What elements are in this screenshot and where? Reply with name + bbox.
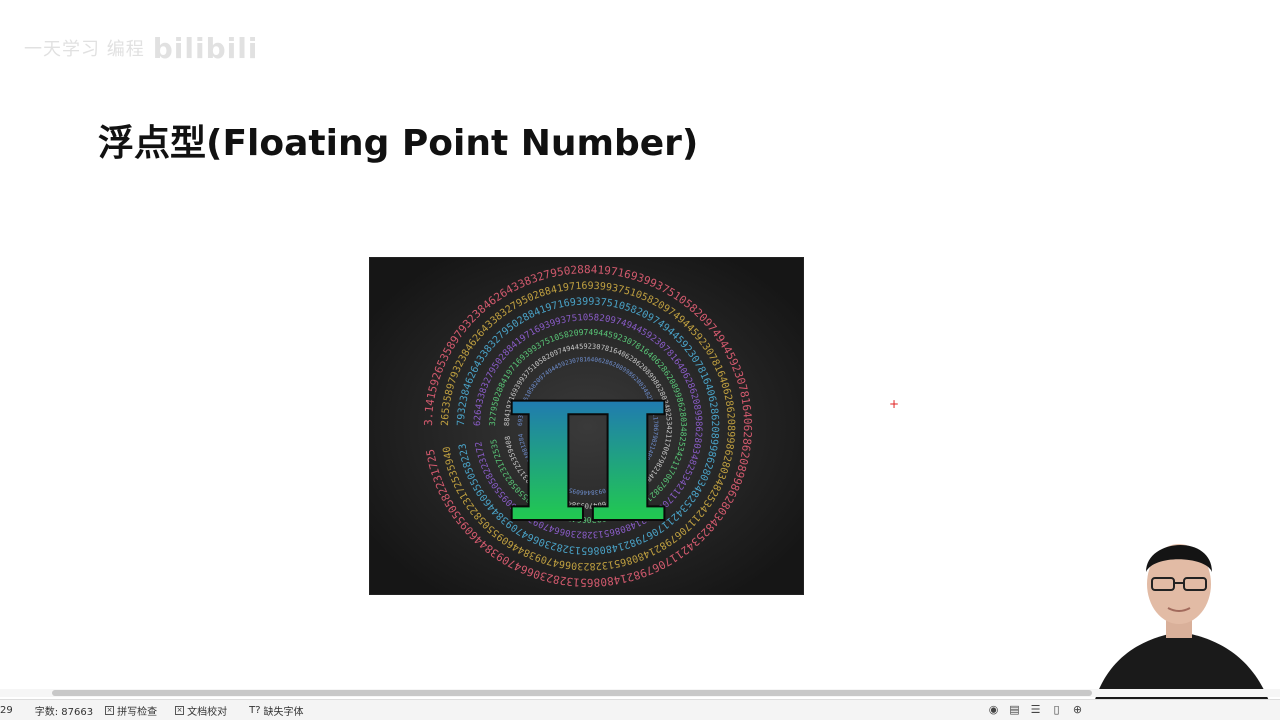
page-view-icon[interactable]: ▤: [1008, 703, 1021, 716]
pi-illustration: 3.14159265358979323846264338327950288419…: [369, 257, 804, 595]
status-bar: 29 字数: 87663 × 拼写检查 × 文档校对 T? 缺失字体 ◉ ▤ ☰…: [0, 699, 1280, 720]
read-mode-icon[interactable]: ▯: [1050, 703, 1063, 716]
web-view-icon[interactable]: ⊕: [1071, 703, 1084, 716]
font-warning-icon: T?: [249, 704, 261, 716]
bilibili-logo: bilibili: [152, 31, 259, 65]
outline-view-icon[interactable]: ☰: [1029, 703, 1042, 716]
doc-proof-label: 文档校对: [187, 706, 228, 718]
scrollbar-thumb[interactable]: [52, 690, 1092, 696]
slide-title: 浮点型(Floating Point Number): [98, 123, 699, 164]
checkbox-icon: ×: [175, 705, 185, 715]
watermark-text: 一天学习 编程: [24, 39, 145, 60]
video-watermark: 一天学习 编程 bilibili: [24, 30, 258, 66]
spell-check-button[interactable]: × 拼写检查: [105, 703, 157, 718]
cursor-crosshair-icon: +: [889, 397, 900, 411]
checkbox-icon: ×: [105, 705, 115, 715]
spell-check-label: 拼写检查: [117, 706, 158, 718]
doc-proof-button[interactable]: × 文档校对: [175, 703, 227, 718]
page-indicator: 29: [0, 704, 13, 716]
missing-font-label: 缺失字体: [263, 706, 304, 718]
word-count[interactable]: 字数: 87663: [35, 703, 93, 718]
pi-symbol: π: [504, 305, 672, 575]
missing-font-button[interactable]: T? 缺失字体: [249, 703, 303, 718]
eye-icon[interactable]: ◉: [987, 703, 1000, 716]
